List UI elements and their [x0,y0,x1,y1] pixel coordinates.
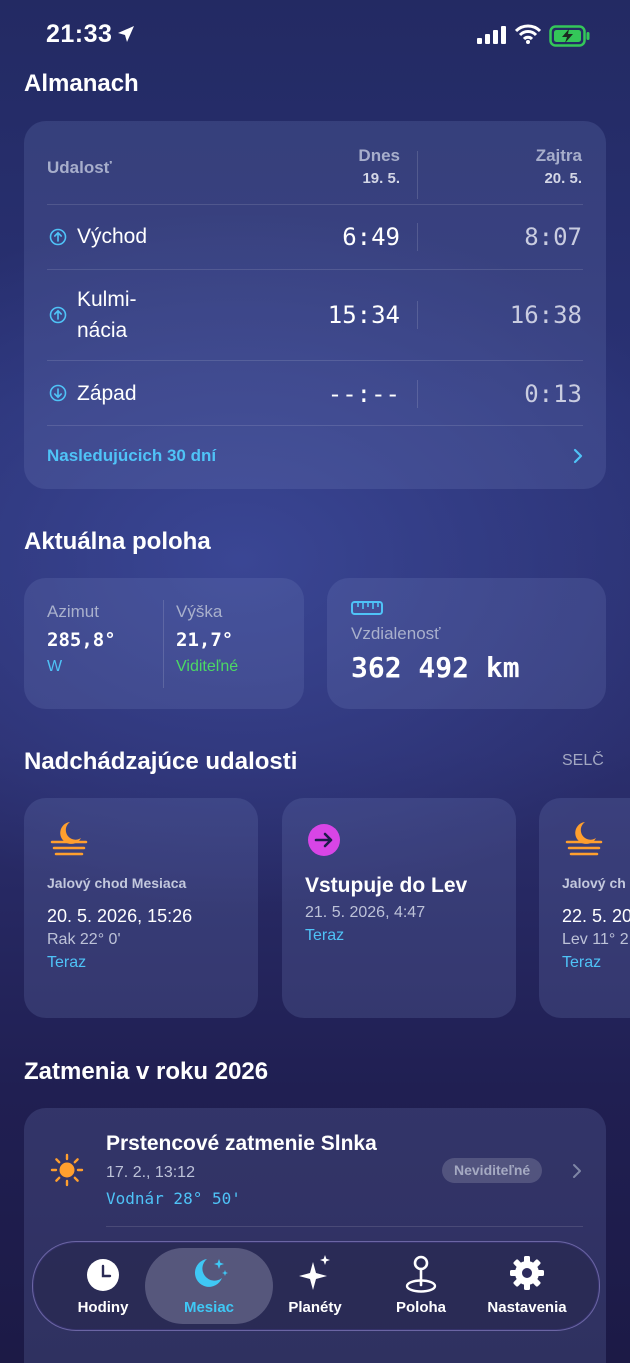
almanac-title: Almanach [24,70,139,97]
chevron-right-icon [573,1164,581,1178]
eclipses-title: Zatmenia v roku 2026 [24,1058,269,1085]
arrow-up-circle-icon [49,228,67,246]
almanac-col-tomorrow: Zajtra [535,146,582,165]
next-30-days-link[interactable]: Nasledujúcich 30 dní [47,426,583,486]
moonset-icon [50,822,88,856]
almanac-card: Udalosť Dnes 19. 5. Zajtra 20. 5. Východ… [24,121,606,489]
event-detail: Rak 22° 0' [47,931,121,948]
event-card[interactable]: Jalový chod Mesiaca 20. 5. 2026, 15:26 R… [24,798,258,1018]
chevron-right-icon [573,448,583,464]
arrow-right-circle-icon [308,824,340,856]
almanac-col-tomorrow-date: 20. 5. [544,170,582,187]
sun-icon [50,1153,84,1187]
tab-bar: Hodiny Mesiac Planéty Poloha Nastavenia [32,1241,600,1331]
distance-card: Vzdialenosť 362 492 km [327,578,606,709]
tab-planets[interactable]: Planéty [261,1242,369,1330]
event-now-link[interactable]: Teraz [305,927,344,945]
almanac-row-label-line1: Kulmi- [77,288,137,311]
tab-label: Planéty [288,1299,342,1316]
tab-label: Hodiny [77,1299,129,1316]
battery-charging-icon [549,25,590,47]
cellular-signal-icon [477,26,506,44]
map-pin-icon [405,1255,437,1293]
event-kind: Jalový chod Mesiaca [47,875,187,891]
altitude-label: Výška [176,602,223,621]
eclipse-name: Prstencové zatmenie Slnka [106,1132,377,1155]
column-divider [163,600,164,688]
event-date: 20. 5. 2026, 15:26 [47,906,193,926]
event-card[interactable]: Vstupuje do Lev 21. 5. 2026, 4:47 Teraz [282,798,516,1018]
almanac-tomorrow-time: 8:07 [524,223,582,251]
eclipse-sign: Vodnár 28° 50' [106,1189,241,1208]
almanac-row-set: Západ --:-- 0:13 [47,361,583,425]
almanac-row-rise: Východ 6:49 8:07 [47,205,583,269]
column-divider [417,151,418,199]
arrow-up-circle-icon [49,306,67,324]
az-alt-card: Azimut 285,8° W Výška 21,7° Viditeľné [24,578,304,709]
column-divider [417,223,418,251]
tab-moon[interactable]: Mesiac [155,1242,263,1330]
event-title: Vstupuje do Lev [305,874,468,897]
almanac-row-culmination: Kulmi- nácia 15:34 16:38 [47,270,583,360]
ruler-icon [351,601,383,615]
column-divider [417,380,418,408]
azimuth-label: Azimut [47,602,99,621]
distance-label: Vzdialenosť [351,624,441,643]
tab-settings[interactable]: Nastavenia [473,1242,581,1330]
event-date: 21. 5. 2026, 4:47 [305,904,426,921]
almanac-col-today: Dnes [358,146,400,165]
tab-clock[interactable]: Hodiny [49,1242,157,1330]
almanac-today-time: --:-- [327,380,400,408]
event-detail: Lev 11° 2 [562,931,629,948]
altitude-status: Viditeľné [176,658,239,675]
tab-location[interactable]: Poloha [367,1242,475,1330]
position-title: Aktuálna poloha [24,528,211,555]
almanac-row-label: Západ [77,382,137,405]
wifi-icon [515,24,541,44]
azimuth-direction: W [47,658,63,675]
distance-value: 362 492 km [351,651,520,684]
location-arrow-icon [118,26,134,42]
timezone-link[interactable]: SELČ [562,752,604,770]
azimuth-value: 285,8° [47,629,116,651]
row-divider [106,1226,583,1227]
gear-icon [510,1256,544,1290]
event-kind: Jalový ch [562,875,626,891]
almanac-row-label: Východ [77,225,148,248]
sparkles-icon [299,1255,330,1290]
almanac-today-time: 6:49 [342,223,400,251]
altitude-value: 21,7° [176,629,234,651]
almanac-today-time: 15:34 [327,301,400,329]
almanac-col-event: Udalosť [47,158,112,177]
event-date: 22. 5. 20 [562,906,630,926]
almanac-tomorrow-time: 0:13 [524,380,582,408]
next-30-days-label: Nasledujúcich 30 dní [47,446,217,465]
event-card[interactable]: Jalový ch 22. 5. 20 Lev 11° 2 Teraz [539,798,630,1018]
tab-label: Nastavenia [487,1299,567,1316]
almanac-row-label-line2: nácia [77,319,128,342]
moonset-icon [565,822,603,856]
clock-icon [87,1259,119,1291]
visibility-badge: Neviditeľné [442,1158,543,1183]
tab-label: Poloha [395,1299,446,1316]
almanac-col-today-date: 19. 5. [362,170,400,187]
upcoming-title: Nadchádzajúce udalosti [24,748,298,775]
almanac-tomorrow-time: 16:38 [509,301,582,329]
tab-label: Mesiac [183,1299,235,1316]
eclipse-date: 17. 2., 13:12 [106,1164,195,1181]
arrow-down-circle-icon [49,384,67,402]
event-now-link[interactable]: Teraz [562,954,601,972]
event-now-link[interactable]: Teraz [47,954,86,972]
column-divider [417,301,418,329]
moon-stars-icon [194,1259,228,1287]
status-time: 21:33 [46,20,113,48]
eclipse-row[interactable]: Prstencové zatmenie Slnka 17. 2., 13:12 … [24,1108,606,1226]
